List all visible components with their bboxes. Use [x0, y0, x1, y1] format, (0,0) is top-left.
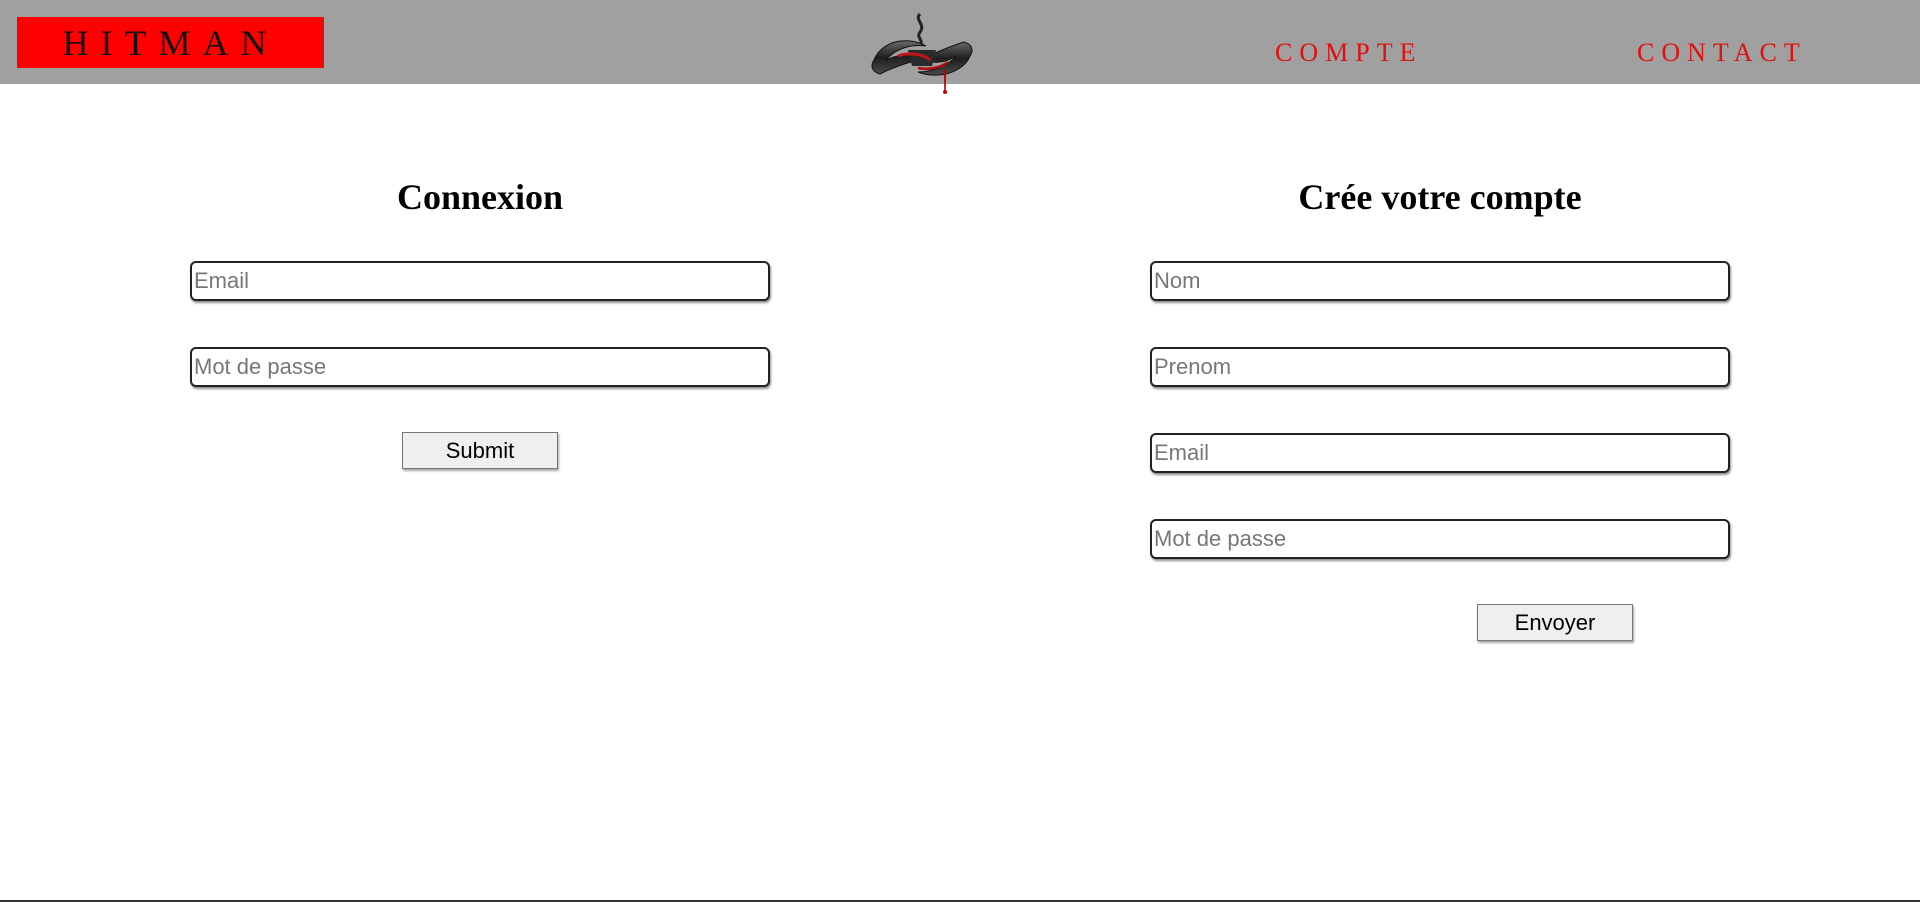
- register-nom-input[interactable]: [1150, 261, 1730, 301]
- register-title: Crée votre compte: [1298, 177, 1582, 217]
- register-form: Crée votre compte Envoyer: [1140, 175, 1740, 641]
- top-navbar: HITMAN COMPTE CONTACT: [0, 0, 1920, 94]
- hitman-logo-icon[interactable]: [868, 10, 976, 96]
- login-title: Connexion: [396, 177, 564, 217]
- register-submit-button[interactable]: Envoyer: [1477, 604, 1633, 641]
- nav-compte-link[interactable]: COMPTE: [1275, 36, 1422, 70]
- nav-contact-link[interactable]: CONTACT: [1637, 36, 1807, 70]
- login-submit-button[interactable]: Submit: [402, 432, 558, 469]
- login-email-input[interactable]: [190, 261, 770, 301]
- register-email-input[interactable]: [1150, 433, 1730, 473]
- brand-logo-link[interactable]: HITMAN: [17, 17, 324, 68]
- login-form: Connexion Submit: [180, 175, 780, 469]
- register-password-input[interactable]: [1150, 519, 1730, 559]
- login-password-input[interactable]: [190, 347, 770, 387]
- register-prenom-input[interactable]: [1150, 347, 1730, 387]
